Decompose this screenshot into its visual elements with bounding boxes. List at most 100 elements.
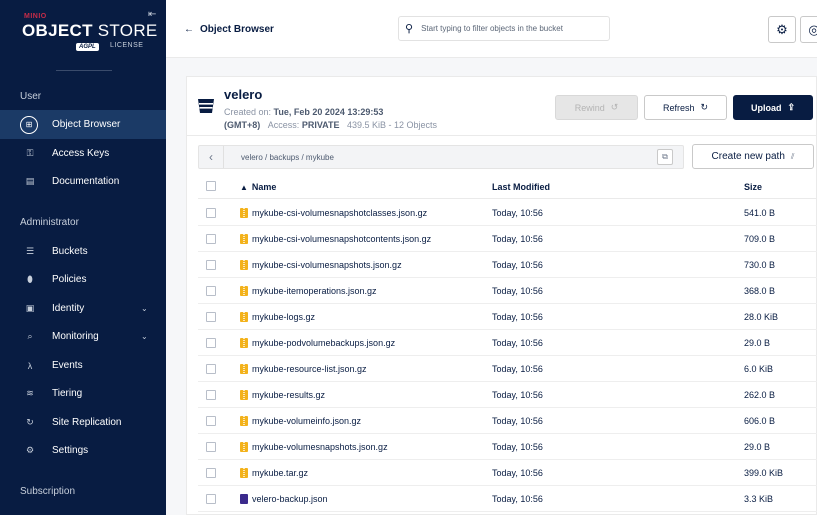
- table-row[interactable]: mykube-logs.gz Today, 10:56 28.0 KiB: [198, 304, 817, 330]
- chevron-down-icon: ⌄: [141, 332, 148, 341]
- table-row[interactable]: mykube-results.gz Today, 10:56 262.0 B: [198, 382, 817, 408]
- settings-button[interactable]: ⚙: [768, 16, 796, 43]
- sidebar-item-buckets[interactable]: ☰ Buckets: [0, 237, 166, 266]
- gear-icon: ⚙: [776, 21, 788, 37]
- table-row[interactable]: mykube.tar.gz Today, 10:56 399.0 KiB: [198, 460, 817, 486]
- upload-button[interactable]: Upload ⇪: [733, 95, 813, 120]
- new-folder-icon: ⫽: [790, 151, 795, 161]
- rewind-label: Rewind: [574, 102, 605, 113]
- refresh-icon: ↻: [700, 102, 709, 112]
- row-checkbox[interactable]: [206, 442, 216, 452]
- breadcrumb-path[interactable]: velero / backups / mykube: [241, 153, 334, 162]
- object-last-modified: Today, 10:56: [492, 312, 543, 322]
- rewind-button[interactable]: Rewind ↺: [555, 95, 638, 120]
- row-checkbox[interactable]: [206, 234, 216, 244]
- search-icon: ⚲: [405, 23, 414, 35]
- row-checkbox[interactable]: [206, 364, 216, 374]
- path-separator: [223, 146, 224, 168]
- row-checkbox[interactable]: [206, 260, 216, 270]
- site-replication-icon: ↻: [26, 417, 34, 427]
- sidebar-item-events[interactable]: λ Events: [0, 351, 166, 380]
- object-name[interactable]: mykube.tar.gz: [252, 468, 308, 478]
- json-file-icon: [240, 494, 248, 504]
- object-name[interactable]: mykube-volumesnapshots.json.gz: [252, 442, 388, 452]
- section-user: User: [20, 91, 42, 102]
- sidebar-item-policies[interactable]: ⬮ Policies: [0, 265, 166, 294]
- sidebar-item-identity[interactable]: ▣ Identity ⌄: [0, 294, 166, 323]
- access-label: Access:: [267, 120, 300, 130]
- object-last-modified: Today, 10:56: [492, 442, 543, 452]
- object-name[interactable]: mykube-logs.gz: [252, 312, 315, 322]
- create-new-path-button[interactable]: Create new path ⫽: [692, 144, 814, 169]
- object-last-modified: Today, 10:56: [492, 364, 543, 374]
- object-size: 262.0 B: [744, 390, 776, 400]
- object-name[interactable]: mykube-podvolumebackups.json.gz: [252, 338, 395, 348]
- column-last-modified[interactable]: Last Modified: [492, 182, 550, 192]
- bucket-panel: velero Created on: Tue, Feb 20 2024 13:2…: [186, 76, 817, 515]
- archive-file-icon: [240, 208, 248, 218]
- object-name[interactable]: mykube-itemoperations.json.gz: [252, 286, 377, 296]
- table-row[interactable]: mykube-volumeinfo.json.gz Today, 10:56 606…: [198, 408, 817, 434]
- access-keys-icon: ⚿: [26, 148, 34, 158]
- collapse-sidebar-icon[interactable]: ⇤: [148, 9, 156, 20]
- table-row[interactable]: mykube-csi-volumesnapshotclasses.json.gz…: [198, 200, 817, 226]
- object-name[interactable]: mykube-results.gz: [252, 390, 325, 400]
- object-browser-icon: ⊞: [20, 115, 38, 134]
- table-row[interactable]: mykube-csi-volumesnapshots.json.gz Today,…: [198, 252, 817, 278]
- row-checkbox[interactable]: [206, 208, 216, 218]
- table-row[interactable]: mykube-itemoperations.json.gz Today, 10:5…: [198, 278, 817, 304]
- archive-file-icon: [240, 416, 248, 426]
- back-to-object-browser-link[interactable]: ← Object Browser: [184, 24, 274, 35]
- column-size[interactable]: Size: [744, 182, 762, 192]
- sidebar-item-monitoring[interactable]: ⌕ Monitoring ⌄: [0, 322, 166, 351]
- row-checkbox[interactable]: [206, 468, 216, 478]
- object-size: 541.0 B: [744, 208, 776, 218]
- sidebar-item-settings[interactable]: ⚙ Settings: [0, 436, 166, 465]
- created-date: Tue, Feb 20 2024 13:29:53: [273, 107, 384, 117]
- table-row[interactable]: mykube-podvolumebackups.json.gz Today, 10…: [198, 330, 817, 356]
- row-checkbox[interactable]: [206, 286, 216, 296]
- select-all-checkbox[interactable]: [206, 181, 216, 191]
- refresh-button[interactable]: Refresh ↻: [644, 95, 727, 120]
- column-name[interactable]: ▲ Name: [240, 182, 276, 192]
- help-button[interactable]: ◎: [800, 16, 817, 43]
- sort-ascending-icon: ▲: [240, 183, 248, 192]
- sidebar-item-tiering[interactable]: ≋ Tiering: [0, 379, 166, 408]
- table-row[interactable]: mykube-volumesnapshots.json.gz Today, 10:…: [198, 434, 817, 460]
- back-link-label: Object Browser: [200, 24, 274, 35]
- upload-icon: ⇪: [787, 102, 796, 112]
- table-row[interactable]: velero-backup.json Today, 10:56 3.3 KiB: [198, 486, 817, 512]
- object-name[interactable]: mykube-resource-list.json.gz: [252, 364, 367, 374]
- row-checkbox[interactable]: [206, 416, 216, 426]
- archive-file-icon: [240, 260, 248, 270]
- object-name[interactable]: mykube-csi-volumesnapshots.json.gz: [252, 260, 402, 270]
- object-name[interactable]: velero-backup.json: [252, 494, 328, 504]
- bucket-meta: Created on: Tue, Feb 20 2024 13:29:53 (G…: [224, 106, 437, 132]
- row-checkbox[interactable]: [206, 312, 216, 322]
- object-last-modified: Today, 10:56: [492, 260, 543, 270]
- table-row[interactable]: mykube-csi-volumesnapshotcontents.json.g…: [198, 226, 817, 252]
- row-checkbox[interactable]: [206, 338, 216, 348]
- archive-file-icon: [240, 234, 248, 244]
- path-back-icon[interactable]: ‹: [203, 149, 219, 165]
- row-checkbox[interactable]: [206, 390, 216, 400]
- copy-path-icon[interactable]: ⧉: [657, 149, 673, 165]
- sidebar-item-object-browser[interactable]: ⊞ Object Browser: [0, 110, 166, 139]
- object-name[interactable]: mykube-csi-volumesnapshotclasses.json.gz: [252, 208, 427, 218]
- object-name[interactable]: mykube-volumeinfo.json.gz: [252, 416, 361, 426]
- archive-file-icon: [240, 286, 248, 296]
- documentation-icon: ▤: [25, 176, 35, 186]
- sidebar-item-label: Site Replication: [52, 417, 122, 428]
- sidebar-item-documentation[interactable]: ▤ Documentation: [0, 167, 166, 196]
- sidebar-item-label: Documentation: [52, 176, 120, 187]
- table-row[interactable]: mykube-resource-list.json.gz Today, 10:56…: [198, 356, 817, 382]
- section-administrator: Administrator: [20, 217, 79, 228]
- sidebar-item-site-replication[interactable]: ↻ Site Replication: [0, 408, 166, 437]
- row-checkbox[interactable]: [206, 494, 216, 504]
- filter-objects-field[interactable]: ⚲: [398, 16, 610, 41]
- sidebar-item-access-keys[interactable]: ⚿ Access Keys: [0, 139, 166, 168]
- filter-objects-input[interactable]: [421, 24, 602, 33]
- object-name[interactable]: mykube-csi-volumesnapshotcontents.json.g…: [252, 234, 431, 244]
- archive-file-icon: [240, 364, 248, 374]
- brand-logo[interactable]: MINIO OBJECT STORE AGPL LICENSE ⇤: [0, 0, 166, 70]
